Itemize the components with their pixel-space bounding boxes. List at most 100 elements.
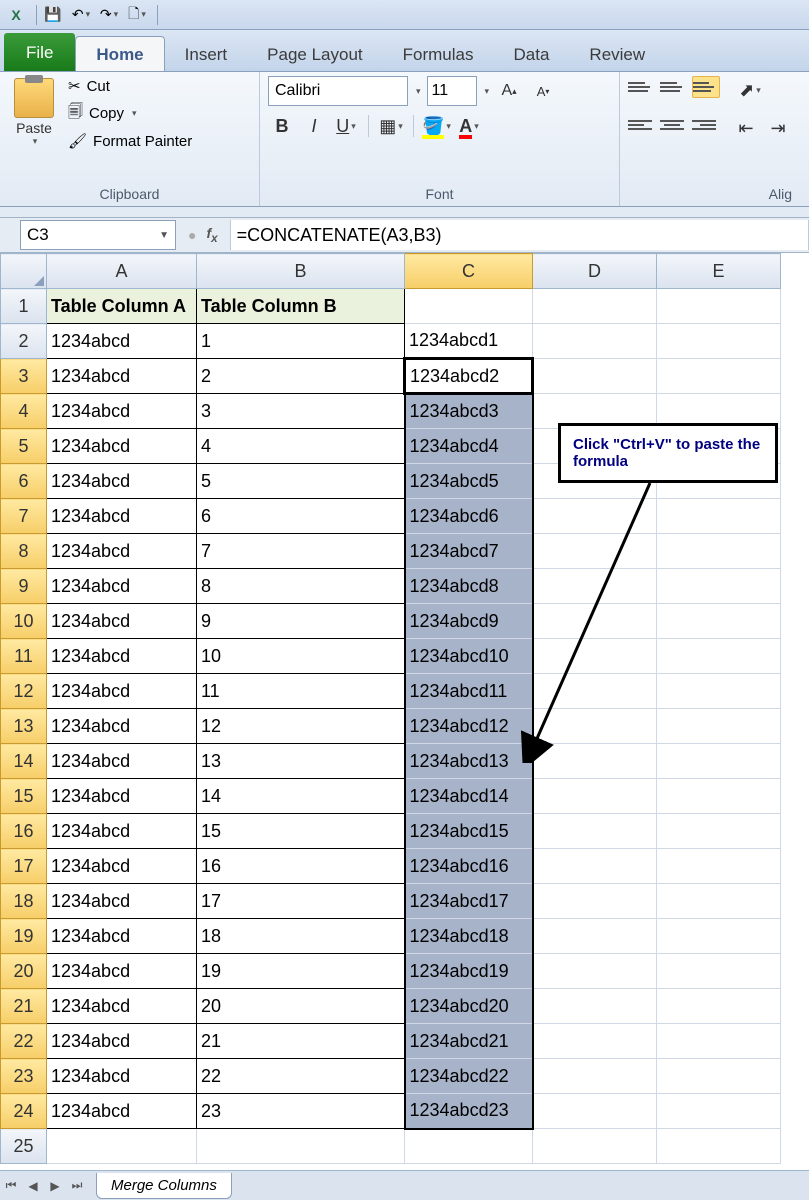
row-header[interactable]: 13 xyxy=(1,709,47,744)
print-preview-icon[interactable]: 🗋▾ xyxy=(125,3,149,27)
cell[interactable]: 1234abcd xyxy=(47,779,197,814)
grow-font-button[interactable]: A▴ xyxy=(495,77,523,105)
cell[interactable] xyxy=(657,779,781,814)
align-center-button[interactable] xyxy=(659,114,686,136)
cell[interactable] xyxy=(657,289,781,324)
row-header[interactable]: 9 xyxy=(1,569,47,604)
cell[interactable]: 1234abcd xyxy=(47,639,197,674)
cell[interactable]: 1234abcd xyxy=(47,429,197,464)
column-header-A[interactable]: A xyxy=(47,254,197,289)
cell[interactable]: 1234abcd xyxy=(47,604,197,639)
cell[interactable] xyxy=(533,954,657,989)
cell[interactable]: 23 xyxy=(197,1094,405,1129)
cell[interactable]: 1234abcd7 xyxy=(405,534,533,569)
fx-icon[interactable]: fx xyxy=(206,225,217,245)
row-header[interactable]: 17 xyxy=(1,849,47,884)
cell[interactable]: 6 xyxy=(197,499,405,534)
cell[interactable] xyxy=(657,499,781,534)
borders-button[interactable]: ▦▾ xyxy=(377,112,405,140)
cell[interactable] xyxy=(657,1059,781,1094)
cell[interactable]: 22 xyxy=(197,1059,405,1094)
cell[interactable]: 1234abcd21 xyxy=(405,1024,533,1059)
cell[interactable]: 1234abcd xyxy=(47,569,197,604)
cell[interactable] xyxy=(405,1129,533,1164)
cell[interactable]: 16 xyxy=(197,849,405,884)
cell[interactable]: 1234abcd xyxy=(47,1024,197,1059)
cell[interactable]: 1234abcd6 xyxy=(405,499,533,534)
row-header[interactable]: 1 xyxy=(1,289,47,324)
cell[interactable]: 1234abcd xyxy=(47,919,197,954)
cell[interactable]: 21 xyxy=(197,1024,405,1059)
row-header[interactable]: 24 xyxy=(1,1094,47,1129)
row-header[interactable]: 2 xyxy=(1,324,47,359)
cell[interactable]: 1234abcd19 xyxy=(405,954,533,989)
cell[interactable]: 1234abcd xyxy=(47,884,197,919)
cell[interactable]: 1234abcd16 xyxy=(405,849,533,884)
orientation-button[interactable]: ⬈▾ xyxy=(736,76,764,104)
cell[interactable]: 1234abcd xyxy=(47,849,197,884)
cell[interactable]: Table Column B xyxy=(197,289,405,324)
paste-button[interactable]: Paste ▾ xyxy=(8,76,60,151)
sheet-nav-first-button[interactable]: ⏮ xyxy=(0,1175,22,1197)
column-header-E[interactable]: E xyxy=(657,254,781,289)
cell[interactable] xyxy=(197,1129,405,1164)
align-right-button[interactable] xyxy=(690,114,717,136)
select-all-corner[interactable] xyxy=(1,254,47,289)
cell[interactable] xyxy=(533,604,657,639)
spreadsheet-grid[interactable]: ABCDE1Table Column ATable Column B21234a… xyxy=(0,253,809,1164)
cell[interactable]: 1 xyxy=(197,324,405,359)
cell[interactable]: 1234abcd9 xyxy=(405,604,533,639)
align-top-button[interactable] xyxy=(628,76,656,98)
cell[interactable]: 1234abcd12 xyxy=(405,709,533,744)
row-header[interactable]: 20 xyxy=(1,954,47,989)
formula-bar[interactable] xyxy=(230,220,809,250)
cell[interactable] xyxy=(533,1024,657,1059)
cell[interactable] xyxy=(657,569,781,604)
row-header[interactable]: 4 xyxy=(1,394,47,429)
row-header[interactable]: 23 xyxy=(1,1059,47,1094)
cell[interactable]: 13 xyxy=(197,744,405,779)
cell[interactable]: 1234abcd11 xyxy=(405,674,533,709)
cell[interactable] xyxy=(657,534,781,569)
row-header[interactable]: 11 xyxy=(1,639,47,674)
cell[interactable]: 1234abcd xyxy=(47,709,197,744)
format-painter-button[interactable]: 🖌Format Painter xyxy=(64,131,196,151)
cell[interactable] xyxy=(657,1024,781,1059)
cell[interactable] xyxy=(657,324,781,359)
row-header[interactable]: 16 xyxy=(1,814,47,849)
cell[interactable]: 1234abcd20 xyxy=(405,989,533,1024)
tab-file[interactable]: File xyxy=(4,33,75,71)
cell[interactable]: 20 xyxy=(197,989,405,1024)
font-color-button[interactable]: A▾ xyxy=(455,112,483,140)
cell[interactable]: Table Column A xyxy=(47,289,197,324)
row-header[interactable]: 10 xyxy=(1,604,47,639)
cell[interactable] xyxy=(533,359,657,394)
cell[interactable]: 1234abcd xyxy=(47,674,197,709)
row-header[interactable]: 6 xyxy=(1,464,47,499)
cell[interactable] xyxy=(533,779,657,814)
cell[interactable] xyxy=(657,639,781,674)
bold-button[interactable]: B xyxy=(268,112,296,140)
cell[interactable] xyxy=(657,884,781,919)
cell[interactable] xyxy=(533,1129,657,1164)
cell[interactable]: 1234abcd3 xyxy=(405,394,533,429)
sheet-tab-active[interactable]: Merge Columns xyxy=(96,1173,232,1199)
font-size-select[interactable] xyxy=(427,76,477,106)
cell[interactable]: 1234abcd1 xyxy=(405,324,533,359)
row-header[interactable]: 19 xyxy=(1,919,47,954)
row-header[interactable]: 25 xyxy=(1,1129,47,1164)
cell[interactable]: 1234abcd13 xyxy=(405,744,533,779)
underline-button[interactable]: U▾ xyxy=(332,112,360,140)
row-header[interactable]: 5 xyxy=(1,429,47,464)
cell[interactable]: 1234abcd xyxy=(47,464,197,499)
cell[interactable]: 1234abcd xyxy=(47,324,197,359)
cell[interactable] xyxy=(533,709,657,744)
cell[interactable]: 15 xyxy=(197,814,405,849)
cell[interactable] xyxy=(533,1059,657,1094)
cell[interactable]: 1234abcd15 xyxy=(405,814,533,849)
undo-icon[interactable]: ↶▾ xyxy=(69,3,93,27)
row-header[interactable]: 12 xyxy=(1,674,47,709)
cell[interactable]: 17 xyxy=(197,884,405,919)
cell[interactable] xyxy=(657,849,781,884)
cell[interactable]: 1234abcd xyxy=(47,744,197,779)
